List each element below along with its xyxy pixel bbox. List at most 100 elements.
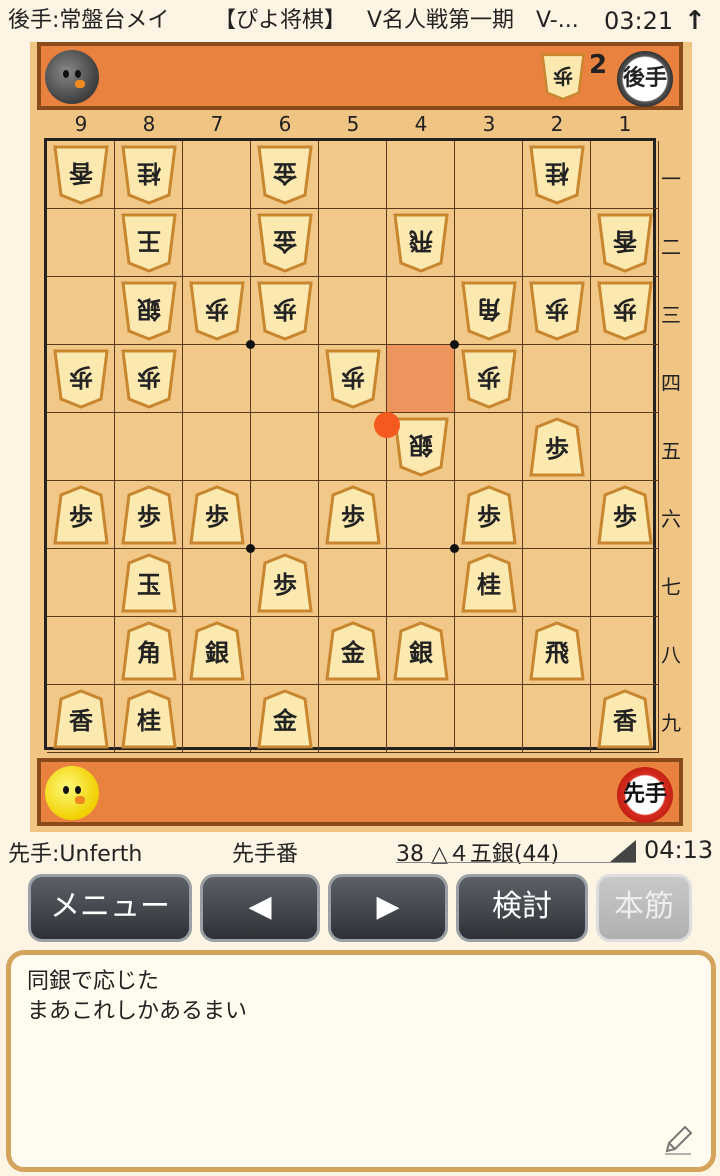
gote-piece-91[interactable]: 香 <box>53 145 109 205</box>
gote-piece-42[interactable]: 飛 <box>393 213 449 273</box>
square-27[interactable] <box>523 549 591 617</box>
sente-piece-37[interactable]: 桂 <box>461 553 517 613</box>
sente-piece-69[interactable]: 金 <box>257 689 313 749</box>
pencil-icon[interactable] <box>661 1123 695 1157</box>
main-line-button[interactable]: 本筋 <box>596 874 692 942</box>
square-11[interactable] <box>591 141 659 209</box>
square-31[interactable] <box>455 141 523 209</box>
square-14[interactable] <box>591 345 659 413</box>
study-button[interactable]: 検討 <box>456 874 588 942</box>
square-44[interactable] <box>387 345 455 413</box>
gote-piece-54[interactable]: 歩 <box>325 349 381 409</box>
sente-piece-96[interactable]: 歩 <box>53 485 109 545</box>
gote-piece-23[interactable]: 歩 <box>529 281 585 341</box>
move-selector[interactable]: 38 △４五銀(44) <box>396 836 559 868</box>
square-18[interactable] <box>591 617 659 685</box>
piece-label: 歩 <box>545 295 569 323</box>
gote-piece-83[interactable]: 銀 <box>121 281 177 341</box>
gote-piece-13[interactable]: 歩 <box>597 281 653 341</box>
dropdown-triangle-icon[interactable] <box>610 840 636 862</box>
prev-move-button[interactable]: ◀ <box>200 874 320 942</box>
square-98[interactable] <box>47 617 115 685</box>
sente-piece-48[interactable]: 銀 <box>393 621 449 681</box>
up-arrow-icon[interactable]: ↑ <box>684 0 706 42</box>
square-35[interactable] <box>455 413 523 481</box>
sente-piece-99[interactable]: 香 <box>53 689 109 749</box>
sente-piece-89[interactable]: 桂 <box>121 689 177 749</box>
gote-piece-45[interactable]: 銀 <box>393 417 449 477</box>
next-move-button[interactable]: ▶ <box>328 874 448 942</box>
sente-piece-58[interactable]: 金 <box>325 621 381 681</box>
menu-button[interactable]: メニュー <box>28 874 192 942</box>
square-92[interactable] <box>47 209 115 277</box>
square-77[interactable] <box>183 549 251 617</box>
sente-piece-67[interactable]: 歩 <box>257 553 313 613</box>
piece-label: 香 <box>613 707 637 735</box>
square-32[interactable] <box>455 209 523 277</box>
gote-piece-84[interactable]: 歩 <box>121 349 177 409</box>
square-22[interactable] <box>523 209 591 277</box>
sente-piece-78[interactable]: 銀 <box>189 621 245 681</box>
square-79[interactable] <box>183 685 251 753</box>
sente-piece-87[interactable]: 玉 <box>121 553 177 613</box>
sente-piece-88[interactable]: 角 <box>121 621 177 681</box>
gote-piece-63[interactable]: 歩 <box>257 281 313 341</box>
gote-piece-94[interactable]: 歩 <box>53 349 109 409</box>
square-59[interactable] <box>319 685 387 753</box>
gote-piece-81[interactable]: 桂 <box>121 145 177 205</box>
square-52[interactable] <box>319 209 387 277</box>
square-66[interactable] <box>251 481 319 549</box>
square-75[interactable] <box>183 413 251 481</box>
square-29[interactable] <box>523 685 591 753</box>
square-93[interactable] <box>47 277 115 345</box>
sente-piece-36[interactable]: 歩 <box>461 485 517 545</box>
square-17[interactable] <box>591 549 659 617</box>
gote-piece-21[interactable]: 桂 <box>529 145 585 205</box>
sente-piece-86[interactable]: 歩 <box>121 485 177 545</box>
square-65[interactable] <box>251 413 319 481</box>
square-72[interactable] <box>183 209 251 277</box>
gote-piece-82[interactable]: 王 <box>121 213 177 273</box>
gote-piece-33[interactable]: 角 <box>461 281 517 341</box>
square-53[interactable] <box>319 277 387 345</box>
square-43[interactable] <box>387 277 455 345</box>
square-38[interactable] <box>455 617 523 685</box>
piece-label: 桂 <box>137 707 161 735</box>
square-95[interactable] <box>47 413 115 481</box>
square-26[interactable] <box>523 481 591 549</box>
sente-piece-19[interactable]: 香 <box>597 689 653 749</box>
square-74[interactable] <box>183 345 251 413</box>
square-24[interactable] <box>523 345 591 413</box>
sente-piece-56[interactable]: 歩 <box>325 485 381 545</box>
gote-hand-count: 2 <box>589 50 608 80</box>
square-51[interactable] <box>319 141 387 209</box>
gote-piece-61[interactable]: 金 <box>257 145 313 205</box>
square-49[interactable] <box>387 685 455 753</box>
file-label: 5 <box>346 112 360 136</box>
sente-piece-16[interactable]: 歩 <box>597 485 653 545</box>
gote-hand-pawn[interactable]: 歩 <box>541 50 585 104</box>
gote-piece-73[interactable]: 歩 <box>189 281 245 341</box>
square-85[interactable] <box>115 413 183 481</box>
gote-piece-12[interactable]: 香 <box>597 213 653 273</box>
square-41[interactable] <box>387 141 455 209</box>
square-57[interactable] <box>319 549 387 617</box>
square-68[interactable] <box>251 617 319 685</box>
sente-name: 先手:Unferth <box>8 842 143 867</box>
square-15[interactable] <box>591 413 659 481</box>
sente-piece-25[interactable]: 歩 <box>529 417 585 477</box>
piece-label: 銀 <box>137 295 161 323</box>
piece-label: 香 <box>69 159 93 187</box>
sente-piece-76[interactable]: 歩 <box>189 485 245 545</box>
sente-piece-28[interactable]: 飛 <box>529 621 585 681</box>
comment-box[interactable]: 同銀で応じた まあこれしかあるまい <box>6 950 716 1172</box>
square-71[interactable] <box>183 141 251 209</box>
square-64[interactable] <box>251 345 319 413</box>
square-47[interactable] <box>387 549 455 617</box>
square-97[interactable] <box>47 549 115 617</box>
square-39[interactable] <box>455 685 523 753</box>
shogi-board[interactable]: 香桂金桂王金飛香銀歩歩角歩歩歩歩歩歩銀歩歩歩歩歩歩歩玉歩桂角銀金銀飛香桂金香 <box>44 138 659 753</box>
gote-piece-34[interactable]: 歩 <box>461 349 517 409</box>
gote-piece-62[interactable]: 金 <box>257 213 313 273</box>
square-46[interactable] <box>387 481 455 549</box>
